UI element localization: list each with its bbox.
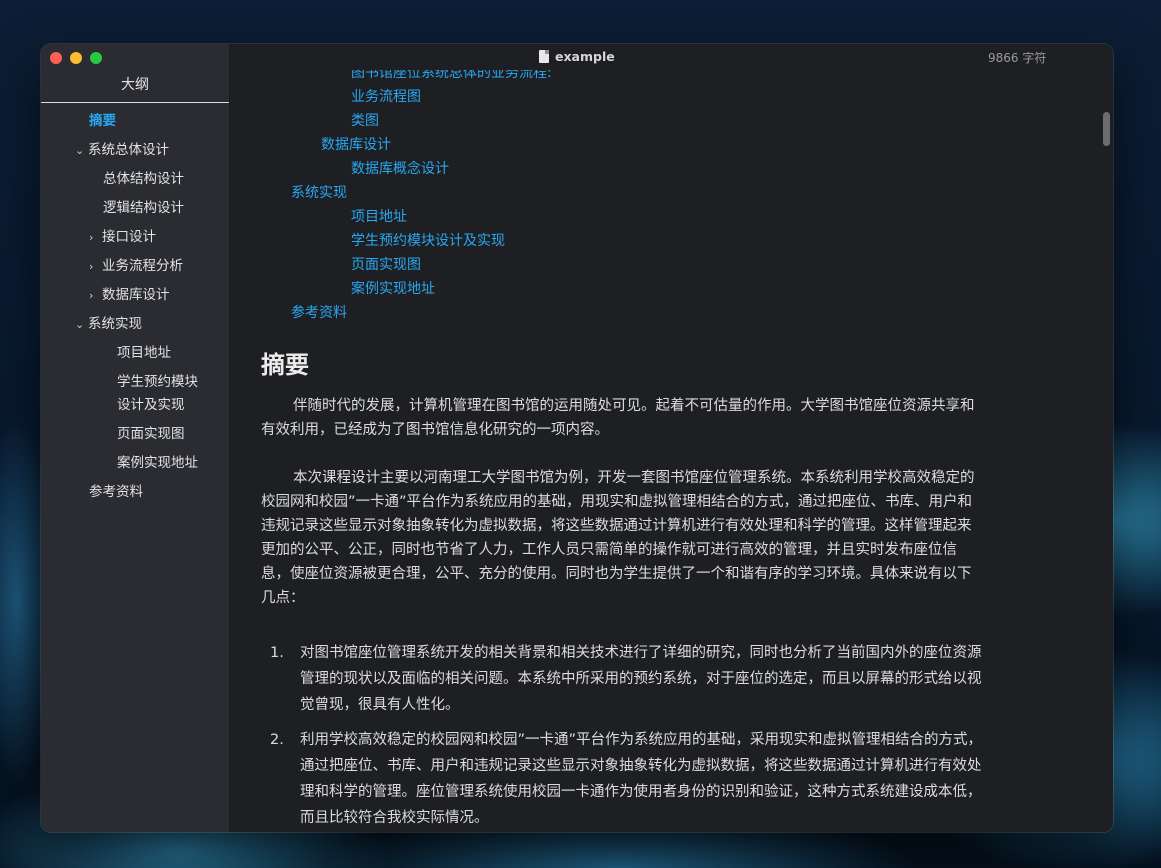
- toc-link-references[interactable]: 参考资料: [291, 301, 347, 325]
- word-count[interactable]: 9866 字符: [988, 49, 1046, 66]
- toc-link-system-implementation[interactable]: 系统实现: [291, 181, 347, 205]
- editor-area[interactable]: 图书馆座位系统总体的业务流程: 业务流程图 类图 数据库设计 数据库概念设计 系…: [230, 44, 1113, 832]
- chevron-down-icon[interactable]: ⌄: [75, 139, 88, 162]
- toc-link-database-design[interactable]: 数据库设计: [321, 133, 391, 157]
- abstract-paragraph-2: 本次课程设计主要以河南理工大学图书馆为例，开发一套图书馆座位管理系统。本系统利用…: [261, 470, 975, 606]
- chevron-down-icon[interactable]: ⌄: [75, 313, 88, 336]
- outline-item-logic-structure[interactable]: 逻辑结构设计: [103, 197, 184, 220]
- toc-link-page-screenshots[interactable]: 页面实现图: [351, 253, 421, 277]
- outline-divider: [41, 102, 229, 103]
- zoom-window-button[interactable]: [90, 52, 102, 64]
- abstract-heading: 摘要: [261, 351, 309, 379]
- chevron-right-icon[interactable]: ›: [89, 255, 102, 278]
- toc-link-db-concept[interactable]: 数据库概念设计: [351, 157, 449, 181]
- document-content[interactable]: 图书馆座位系统总体的业务流程: 业务流程图 类图 数据库设计 数据库概念设计 系…: [230, 44, 1100, 832]
- scrollbar-thumb[interactable]: [1103, 112, 1110, 146]
- outline-item-interface-design[interactable]: › 接口设计: [89, 226, 156, 249]
- outline-item-abstract[interactable]: 摘要: [89, 110, 116, 133]
- toc-link-class-diagram[interactable]: 类图: [351, 109, 379, 133]
- outline-item-database-design[interactable]: › 数据库设计: [89, 284, 170, 307]
- list-item: 2. 利用学校高效稳定的校园网和校园”一卡通”平台作为系统应用的基础，采用现实和…: [270, 732, 983, 826]
- document-icon: [539, 50, 549, 63]
- outline-item-page-screenshots[interactable]: 页面实现图: [117, 423, 185, 446]
- outline-sidebar: 大纲 摘要 ⌄ 系统总体设计 总体结构设计 逻辑结构设计 › 接口设计 › 业务流程分…: [41, 44, 230, 832]
- toc-link-project-address[interactable]: 项目地址: [351, 205, 407, 229]
- window-titlebar: example 9866 字符: [230, 44, 1113, 70]
- outline-item-project-address[interactable]: 项目地址: [117, 342, 171, 365]
- minimize-window-button[interactable]: [70, 52, 82, 64]
- outline-item-case-address[interactable]: 案例实现地址: [117, 452, 198, 475]
- outline-item-overall-structure[interactable]: 总体结构设计: [103, 168, 184, 191]
- toc-link-case-address[interactable]: 案例实现地址: [351, 277, 435, 301]
- typora-window: 大纲 摘要 ⌄ 系统总体设计 总体结构设计 逻辑结构设计 › 接口设计 › 业务流程分…: [41, 44, 1113, 832]
- toc-link-student-reservation[interactable]: 学生预约模块设计及实现: [351, 229, 505, 253]
- outline-item-system-implementation[interactable]: ⌄ 系统实现: [75, 313, 142, 336]
- outline-item-student-reservation[interactable]: 学生预约模块: [117, 371, 198, 394]
- toc-link-flowchart[interactable]: 业务流程图: [351, 85, 421, 109]
- outline-item-business-process[interactable]: › 业务流程分析: [89, 255, 183, 278]
- outline-title: 大纲: [121, 77, 149, 93]
- close-window-button[interactable]: [50, 52, 62, 64]
- chevron-right-icon[interactable]: ›: [89, 226, 102, 249]
- vertical-scrollbar[interactable]: [1100, 70, 1113, 832]
- chevron-right-icon[interactable]: ›: [89, 284, 102, 307]
- outline-item-student-reservation-cont[interactable]: 设计及实现: [117, 394, 185, 417]
- outline-item-references[interactable]: 参考资料: [89, 481, 143, 504]
- list-item: 1. 对图书馆座位管理系统开发的相关背景和相关技术进行了详细的研究，同时也分析了…: [270, 645, 982, 713]
- outline-item-system-design[interactable]: ⌄ 系统总体设计: [75, 139, 169, 162]
- abstract-paragraph-1: 伴随时代的发展，计算机管理在图书馆的运用随处可见。起着不可估量的作用。大学图书馆…: [261, 398, 975, 438]
- document-title: example: [539, 49, 615, 64]
